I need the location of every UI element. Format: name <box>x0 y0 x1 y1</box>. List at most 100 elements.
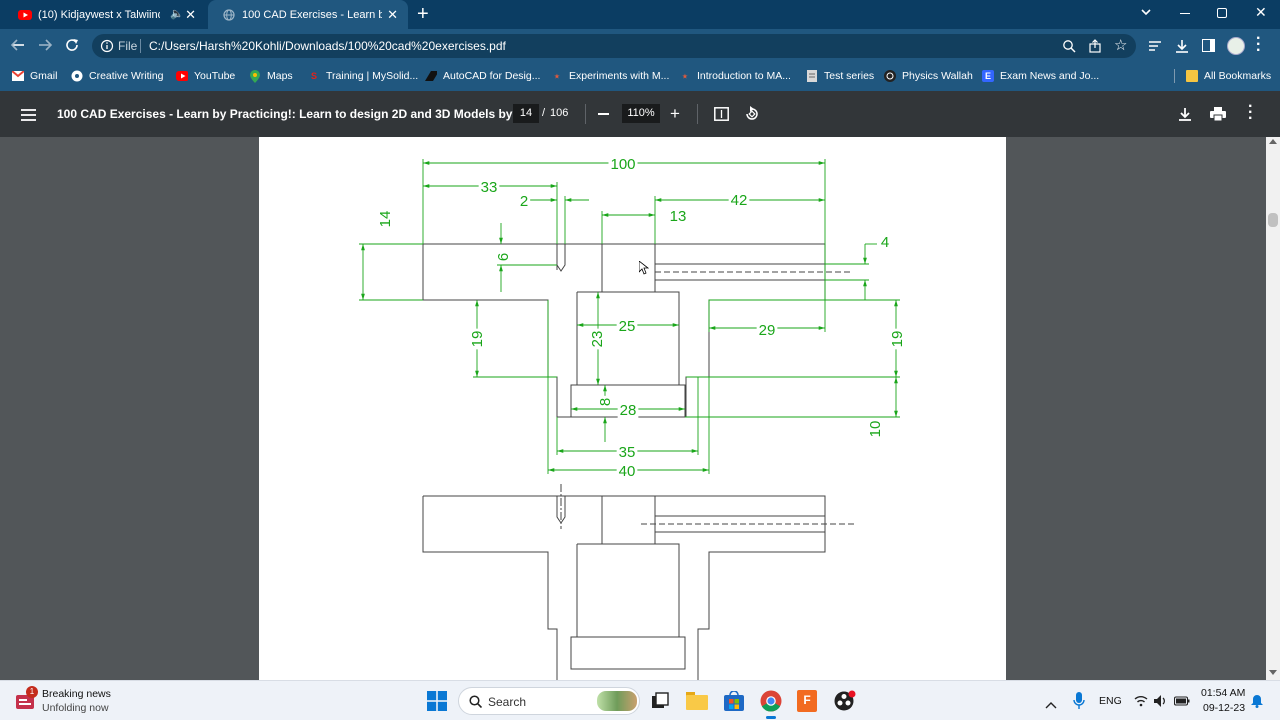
file-explorer-icon[interactable] <box>686 692 708 715</box>
news-title: Breaking news <box>42 688 111 700</box>
maximize-icon[interactable] <box>1217 8 1227 18</box>
bookmark-physics-wallah[interactable]: Physics Wallah <box>884 68 973 84</box>
bookmark-maps[interactable]: Maps <box>249 68 293 84</box>
obs-recording-icon[interactable] <box>834 690 856 717</box>
tab-pdf[interactable]: 100 CAD Exercises - Learn by Pr ✕ <box>208 0 408 29</box>
address-bar[interactable]: File C:/Users/Harsh%20Kohli/Downloads/10… <box>92 34 1136 58</box>
tray-chevron-icon[interactable] <box>1045 696 1057 714</box>
info-icon[interactable] <box>100 39 114 58</box>
microsoft-store-icon[interactable] <box>724 690 744 716</box>
news-subtitle: Unfolding now <box>42 702 109 714</box>
scroll-thumb[interactable] <box>1268 213 1278 227</box>
reload-icon[interactable] <box>64 37 80 58</box>
bookmark-label: Test series <box>824 70 875 82</box>
bookmark-introduction[interactable]: ٭ Introduction to MA... <box>679 68 791 84</box>
back-icon[interactable] <box>10 37 26 58</box>
dim-35: 35 <box>619 444 636 461</box>
dim-10: 10 <box>867 421 884 438</box>
cad-drawing: 100 33 2 42 13 14 6 4 25 29 19 23 19 8 2… <box>359 156 906 680</box>
divider <box>585 104 586 124</box>
zoom-level-input[interactable]: 110% <box>622 104 660 123</box>
clock-time[interactable]: 01:54 AM <box>1201 687 1245 699</box>
dim-23: 23 <box>589 331 606 348</box>
zoom-icon[interactable] <box>1062 39 1076 58</box>
bookmark-experiments[interactable]: ٭ Experiments with M... <box>551 68 670 84</box>
dim-13: 13 <box>670 208 687 225</box>
dim-6: 6 <box>495 253 512 261</box>
bookmark-autocad[interactable]: AutoCAD for Desig... <box>425 68 540 84</box>
close-window-icon[interactable]: ✕ <box>1255 4 1267 21</box>
windows-taskbar: 1 Breaking news Unfolding now Search F E… <box>0 680 1280 720</box>
fit-page-icon[interactable] <box>714 107 729 126</box>
close-tab-icon[interactable]: ✕ <box>387 7 398 23</box>
news-widget[interactable]: 1 Breaking news Unfolding now <box>12 686 152 716</box>
search-placeholder: Search <box>488 695 527 709</box>
bookmark-test-series[interactable]: Test series <box>806 68 874 84</box>
hamburger-menu-icon[interactable] <box>21 108 36 126</box>
wifi-icon[interactable] <box>1134 694 1148 712</box>
dim-25: 25 <box>619 318 636 335</box>
scroll-down-icon[interactable] <box>1269 670 1277 675</box>
side-panel-icon[interactable] <box>1202 39 1215 52</box>
bookmark-youtube[interactable]: YouTube <box>176 68 235 84</box>
zoom-out-icon[interactable] <box>598 113 609 115</box>
download-pdf-icon[interactable] <box>1178 107 1192 126</box>
chrome-icon[interactable] <box>760 690 782 717</box>
bookmark-star-icon[interactable]: ☆ <box>1114 36 1127 54</box>
tab-search-icon[interactable] <box>1140 5 1152 23</box>
microphone-icon[interactable] <box>1073 692 1085 715</box>
bookmark-label: AutoCAD for Desig... <box>443 70 541 82</box>
share-icon[interactable] <box>1088 39 1102 58</box>
dim-4: 4 <box>881 234 889 251</box>
all-bookmarks[interactable]: All Bookmarks <box>1186 68 1271 84</box>
print-icon[interactable] <box>1210 107 1226 126</box>
dim-29: 29 <box>759 322 776 339</box>
profile-avatar[interactable] <box>1227 37 1245 55</box>
bookmark-label: Physics Wallah <box>902 70 973 82</box>
page-separator: / <box>542 107 546 119</box>
download-icon[interactable] <box>1175 39 1189 58</box>
udemy-icon: ٭ <box>554 70 560 81</box>
globe-icon <box>222 8 236 22</box>
dim-40: 40 <box>619 463 636 480</box>
language-indicator[interactable]: ENG <box>1099 695 1122 707</box>
more-options-icon[interactable]: · · · <box>1248 99 1253 127</box>
e-icon: E <box>982 70 994 82</box>
tab-title: 100 CAD Exercises - Learn by Pr <box>242 8 382 21</box>
youtube-icon <box>176 70 188 82</box>
clock-date[interactable]: 09-12-23 <box>1203 702 1245 714</box>
speaker-icon[interactable]: 🔈 <box>170 7 184 20</box>
battery-icon[interactable] <box>1173 694 1190 712</box>
forward-icon[interactable] <box>37 37 53 58</box>
bookmark-label: YouTube <box>194 70 236 82</box>
rotate-icon[interactable] <box>744 106 760 127</box>
bookmark-solidworks[interactable]: S Training | MySolid... <box>308 68 418 84</box>
solidworks-icon: S <box>310 71 317 81</box>
bookmark-creative-writing[interactable]: Creative Writing <box>71 68 164 84</box>
dim-2: 2 <box>520 193 528 210</box>
scrollbar[interactable] <box>1266 137 1280 680</box>
minimize-icon[interactable] <box>1180 13 1190 14</box>
tab-title: (10) Kidjaywest x Talwiinder <box>38 8 160 21</box>
windows-start-icon[interactable] <box>427 691 447 716</box>
url-text[interactable]: C:/Users/Harsh%20Kohli/Downloads/100%20c… <box>149 39 506 53</box>
close-tab-icon[interactable]: ✕ <box>185 7 196 23</box>
taskbar-search[interactable]: Search <box>458 687 640 715</box>
pdf-toolbar: 100 CAD Exercises - Learn by Practicing!… <box>0 91 1280 137</box>
scroll-up-icon[interactable] <box>1269 139 1277 144</box>
zoom-in-icon[interactable]: + <box>670 104 680 124</box>
tab-youtube[interactable]: (10) Kidjaywest x Talwiinder 🔈 ✕ <box>4 0 206 29</box>
new-tab-icon[interactable]: + <box>417 3 429 26</box>
notification-bell-icon[interactable] <box>1251 694 1263 713</box>
page-number-input[interactable]: 14 <box>513 104 539 123</box>
reading-list-icon[interactable] <box>1148 39 1162 58</box>
volume-icon[interactable] <box>1154 694 1168 712</box>
fusion-360-icon[interactable]: F <box>797 690 817 712</box>
dim-19-left: 19 <box>469 331 486 348</box>
dim-100: 100 <box>610 156 635 173</box>
menu-dots-icon[interactable]: · · · <box>1256 31 1261 59</box>
bookmark-gmail[interactable]: Gmail <box>12 68 57 84</box>
part-outline-top <box>422 243 853 418</box>
task-view-icon[interactable] <box>651 692 669 715</box>
bookmark-exam-news[interactable]: E Exam News and Jo... <box>982 68 1099 84</box>
